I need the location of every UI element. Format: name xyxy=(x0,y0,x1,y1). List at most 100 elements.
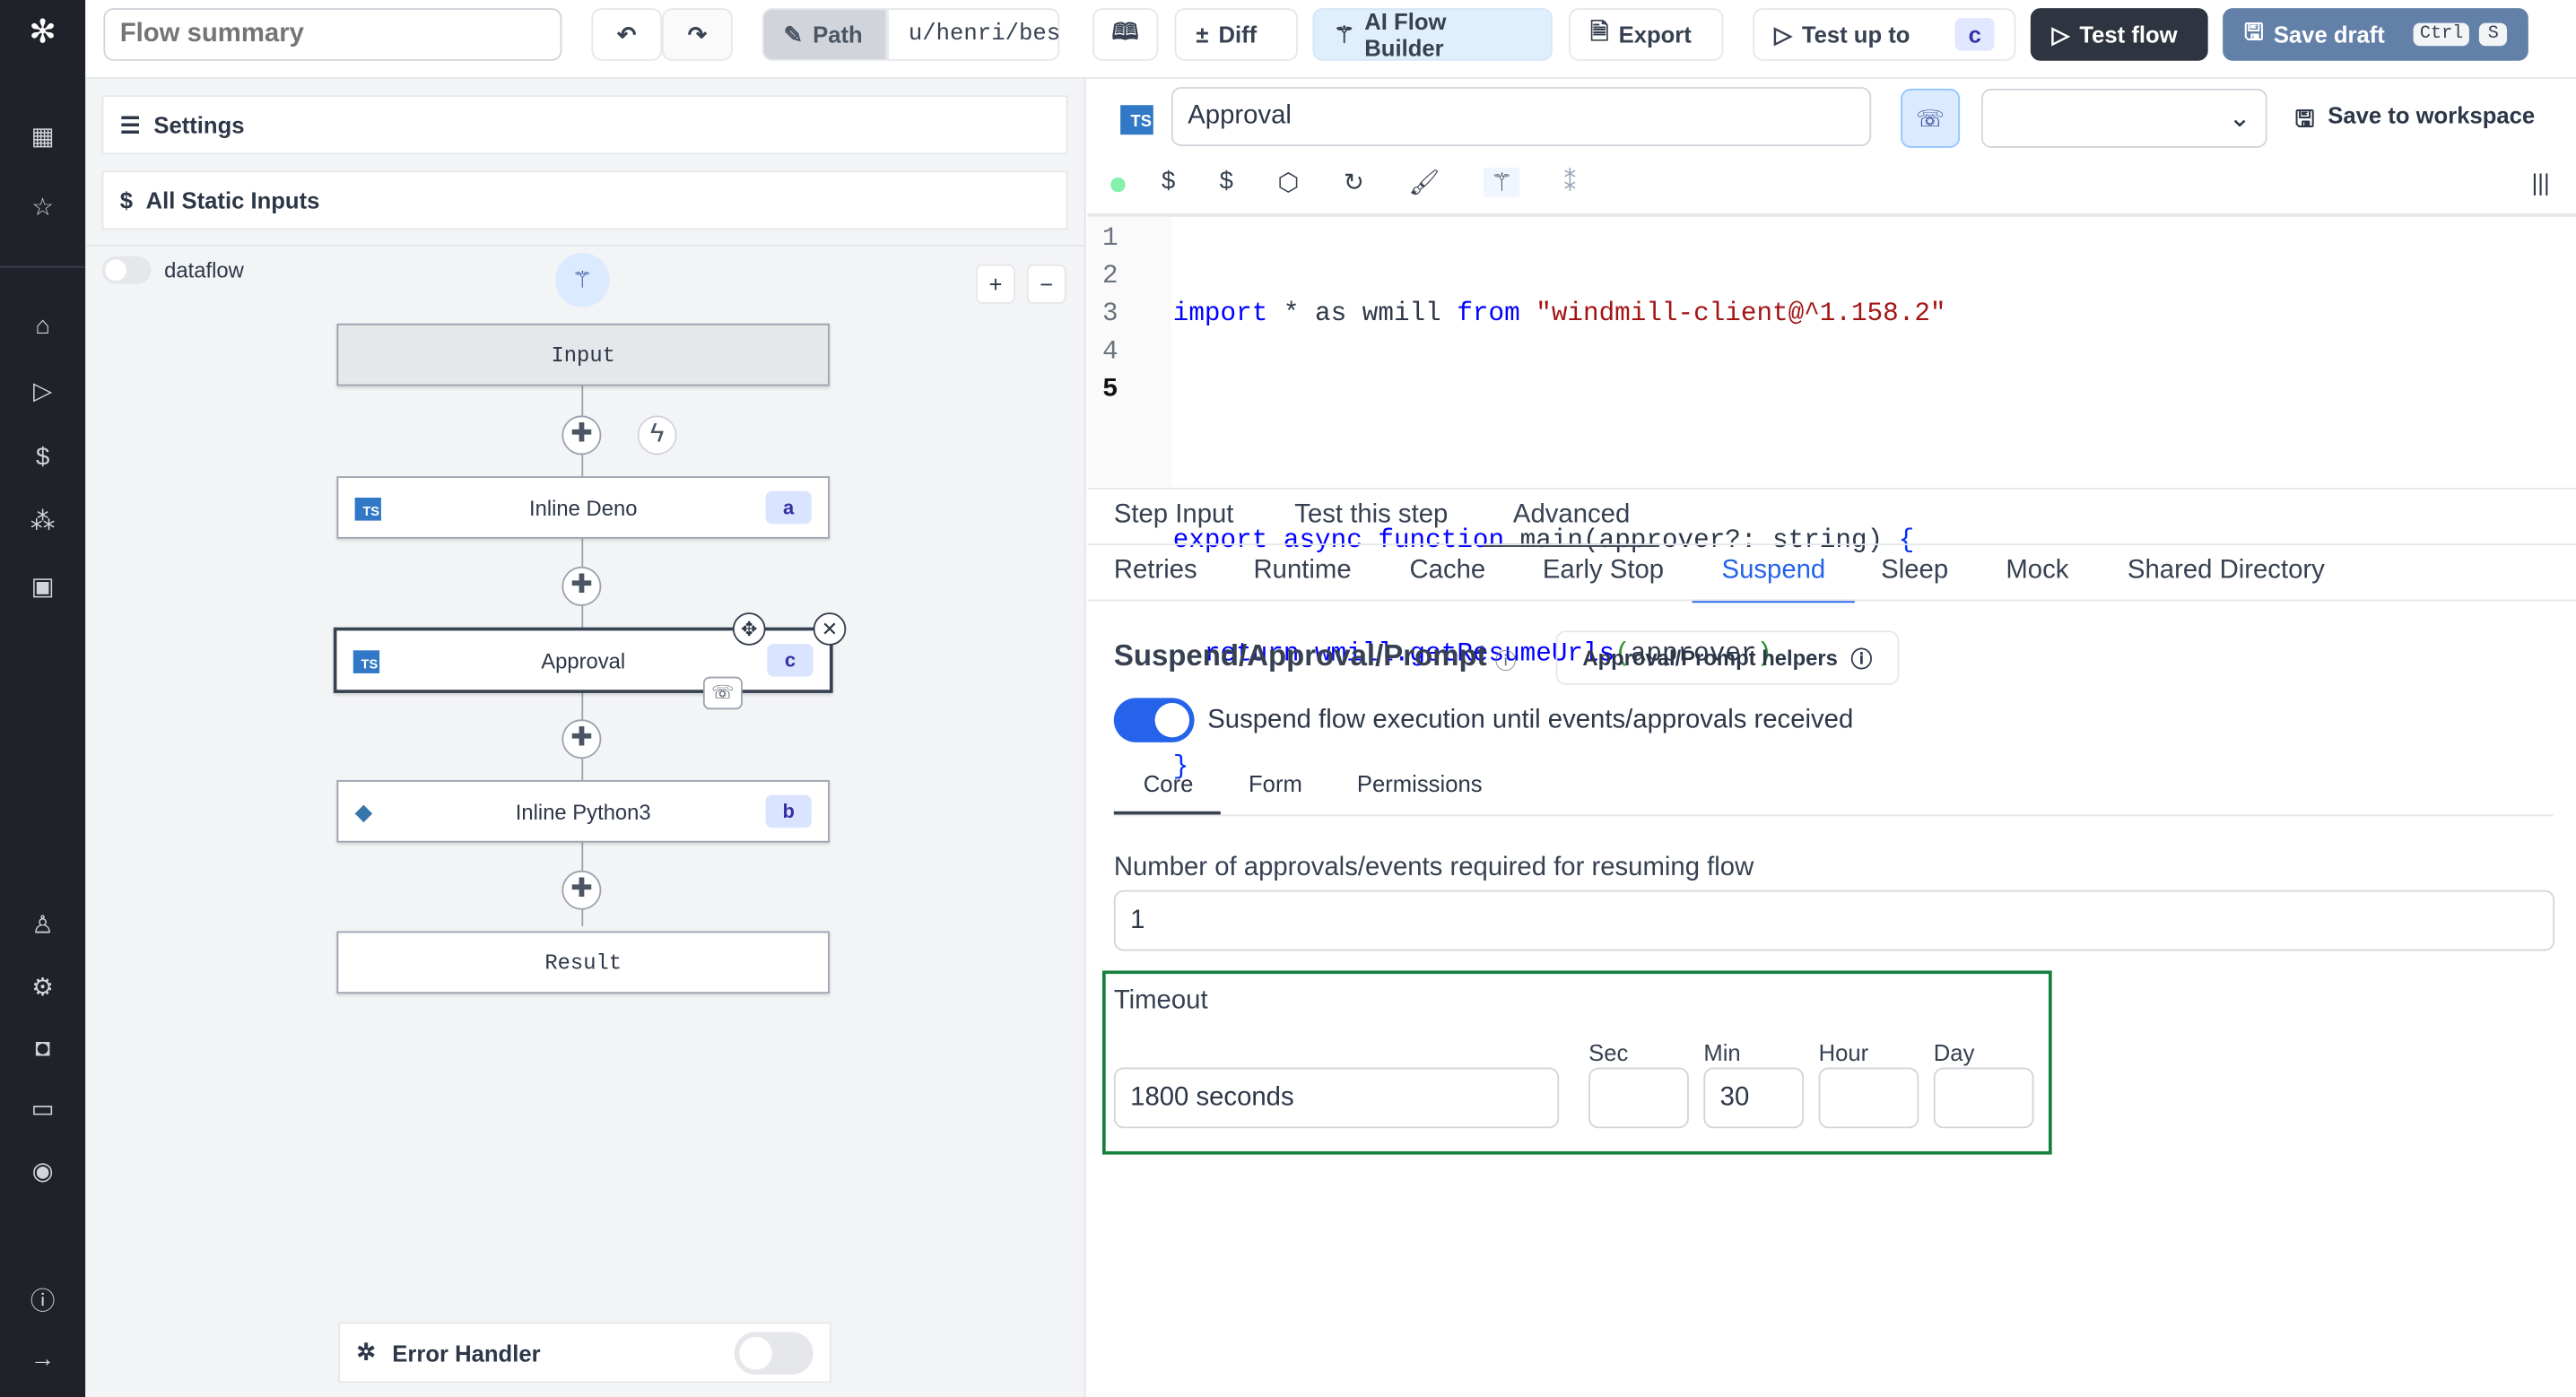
tab-step-input[interactable]: Step Input xyxy=(1114,501,1234,531)
info-icon[interactable]: ⓘ xyxy=(1495,644,1517,675)
error-handler-label: Error Handler xyxy=(392,1339,541,1366)
cluster-icon[interactable]: ⁂ xyxy=(26,506,59,539)
flow-node-input[interactable]: Input xyxy=(336,323,830,386)
zoom-in-button[interactable]: + xyxy=(975,264,1015,304)
calendar-icon[interactable]: ▣ xyxy=(26,571,59,604)
folder-icon[interactable]: ▭ xyxy=(26,1094,59,1127)
library-icon[interactable]: ||| xyxy=(2532,169,2550,195)
step-name-input[interactable]: Approval xyxy=(1171,87,1872,147)
ai-builder-icon[interactable]: ⚚ xyxy=(555,253,610,308)
plus-minus-icon: ± xyxy=(1196,21,1209,48)
diff-label: Diff xyxy=(1218,21,1258,48)
min-input[interactable]: 30 xyxy=(1703,1067,1805,1129)
save-draft-label: Save draft xyxy=(2273,21,2385,48)
arrow-right-icon[interactable]: → xyxy=(26,1343,59,1376)
gear-icon[interactable]: ⚙ xyxy=(26,972,59,1005)
tab-shared-directory[interactable]: Shared Directory xyxy=(2128,557,2325,586)
flow-node-inline-python3[interactable]: ◆ Inline Python3 b xyxy=(336,780,830,843)
refresh-icon[interactable]: ↻ xyxy=(1344,168,1364,197)
test-flow-button[interactable]: ▷ Test flow xyxy=(2030,8,2208,61)
user-icon[interactable]: ♙ xyxy=(26,910,59,943)
day-input[interactable] xyxy=(1933,1067,2034,1129)
hour-input[interactable] xyxy=(1818,1067,1919,1129)
path-value[interactable]: u/henri/bes xyxy=(887,8,1060,61)
subtab-form[interactable]: Form xyxy=(1249,770,1302,796)
static-inputs-card[interactable]: $ All Static Inputs xyxy=(101,170,1068,230)
sparkles-icon[interactable]: ⁑ xyxy=(1563,168,1576,197)
file-code-icon: 🗎 xyxy=(1589,18,1609,45)
move-icon[interactable]: ✥ xyxy=(732,612,766,646)
code-editor[interactable]: 12345 import * as wmill from "windmill-c… xyxy=(1088,217,2558,782)
diff-button[interactable]: ± Diff xyxy=(1174,8,1298,61)
tab-early-stop[interactable]: Early Stop xyxy=(1543,557,1664,586)
suspend-toggle-button[interactable]: ☏ xyxy=(1901,88,1961,148)
subtab-core[interactable]: Core xyxy=(1144,770,1194,796)
add-step-button[interactable]: ✚ xyxy=(561,415,602,456)
typescript-icon: TS xyxy=(352,650,380,673)
dollar-icon[interactable]: $ xyxy=(1162,168,1175,197)
undo-button[interactable]: ↶ xyxy=(591,8,663,61)
error-handler-toggle[interactable] xyxy=(734,1331,814,1375)
settings-card[interactable]: ☰ Settings xyxy=(101,95,1068,155)
windmill-logo[interactable]: ✻ xyxy=(26,16,59,49)
close-icon[interactable]: ✕ xyxy=(813,612,847,646)
pencil-icon: ✎ xyxy=(783,20,804,48)
add-step-button[interactable]: ✚ xyxy=(561,719,602,759)
flow-node-result[interactable]: Result xyxy=(336,931,830,994)
book-icon: 🕮 xyxy=(1111,18,1139,45)
add-step-button[interactable]: ✚ xyxy=(561,870,602,910)
help-icon[interactable]: ⓘ xyxy=(26,1286,59,1319)
brush-icon[interactable]: 🖌 xyxy=(1408,168,1440,197)
tab-retries[interactable]: Retries xyxy=(1114,557,1197,586)
zoom-out-button[interactable]: − xyxy=(1026,264,1066,304)
tab-sleep[interactable]: Sleep xyxy=(1881,557,1948,586)
sidebar: ✻ ▦ ☆ ⌂ ▷ $ ⁂ ▣ ♙ ⚙ ◘ ▭ ◉ ⓘ → xyxy=(0,0,86,1397)
save-to-workspace-button[interactable]: 🖫 Save to workspace xyxy=(2295,102,2535,142)
ai-flow-builder-button[interactable]: ⚚ AI Flow Builder xyxy=(1312,8,1553,61)
flow-summary-input[interactable] xyxy=(103,8,562,61)
save-draft-button[interactable]: 🖫 Save draft Ctrl S xyxy=(2223,8,2528,61)
test-up-to-badge[interactable]: c xyxy=(1954,18,1995,51)
test-up-to-button[interactable]: ▷ Test up to c xyxy=(1753,8,2016,61)
eye-icon[interactable]: ◉ xyxy=(26,1156,59,1189)
divider xyxy=(1087,487,2576,490)
tab-mock[interactable]: Mock xyxy=(2006,557,2068,586)
section-title: Suspend/Approval/Prompt xyxy=(1113,638,1487,672)
lock-select[interactable]: ⌄ xyxy=(1980,88,2267,148)
sec-input[interactable] xyxy=(1588,1067,1689,1129)
bot-icon[interactable]: ◘ xyxy=(26,1033,59,1066)
tab-cache[interactable]: Cache xyxy=(1410,557,1486,586)
tab-advanced[interactable]: Advanced xyxy=(1483,501,1660,547)
export-button[interactable]: 🗎 Export xyxy=(1569,8,1724,61)
building-icon[interactable]: ▦ xyxy=(26,122,59,155)
subtab-permissions[interactable]: Permissions xyxy=(1357,770,1483,796)
suspend-toggle[interactable] xyxy=(1113,698,1195,742)
trigger-icon[interactable]: ϟ xyxy=(637,415,677,456)
error-handler-card[interactable]: ✲ Error Handler xyxy=(338,1322,831,1384)
home-icon[interactable]: ⌂ xyxy=(26,310,59,343)
redo-button[interactable]: ↷ xyxy=(662,8,733,61)
required-approvals-input[interactable]: 1 xyxy=(1113,889,2555,951)
dollar-resource-icon[interactable]: $ xyxy=(1220,168,1233,197)
flow-node-inline-deno[interactable]: TS Inline Deno a xyxy=(336,476,830,539)
divider xyxy=(85,244,1084,247)
add-step-button[interactable]: ✚ xyxy=(561,566,602,606)
tab-suspend[interactable]: Suspend xyxy=(1692,557,1856,603)
star-icon[interactable]: ☆ xyxy=(26,192,59,225)
dollar-icon[interactable]: $ xyxy=(26,442,59,475)
kbd-s: S xyxy=(2479,22,2508,47)
dataflow-toggle[interactable] xyxy=(101,256,152,284)
wand-icon[interactable]: ⚚ xyxy=(1484,167,1520,197)
editor-toolbar: $ $ ⬡ ↻ 🖌 ⚚ ⁑ xyxy=(1162,167,1576,197)
tab-runtime[interactable]: Runtime xyxy=(1254,557,1352,586)
approval-helpers-button[interactable]: Approval/Prompt helpers ⓘ xyxy=(1555,630,1900,685)
step-editor-panel: TS Approval ☏ ⌄ 🖫 Save to workspace $ $ ⬡ ↻ 🖌… xyxy=(1087,79,2576,1397)
phone-incoming-icon: ☏ xyxy=(1916,105,1945,132)
docs-button[interactable]: 🕮 xyxy=(1092,8,1159,61)
tab-test-this-step[interactable]: Test this step xyxy=(1294,501,1448,531)
package-icon[interactable]: ⬡ xyxy=(1277,168,1299,197)
path-button[interactable]: ✎ Path xyxy=(761,8,888,61)
node-label: Inline Python3 xyxy=(515,799,651,824)
play-icon[interactable]: ▷ xyxy=(26,376,59,409)
timeout-seconds-display: 1800 seconds xyxy=(1113,1067,1560,1129)
